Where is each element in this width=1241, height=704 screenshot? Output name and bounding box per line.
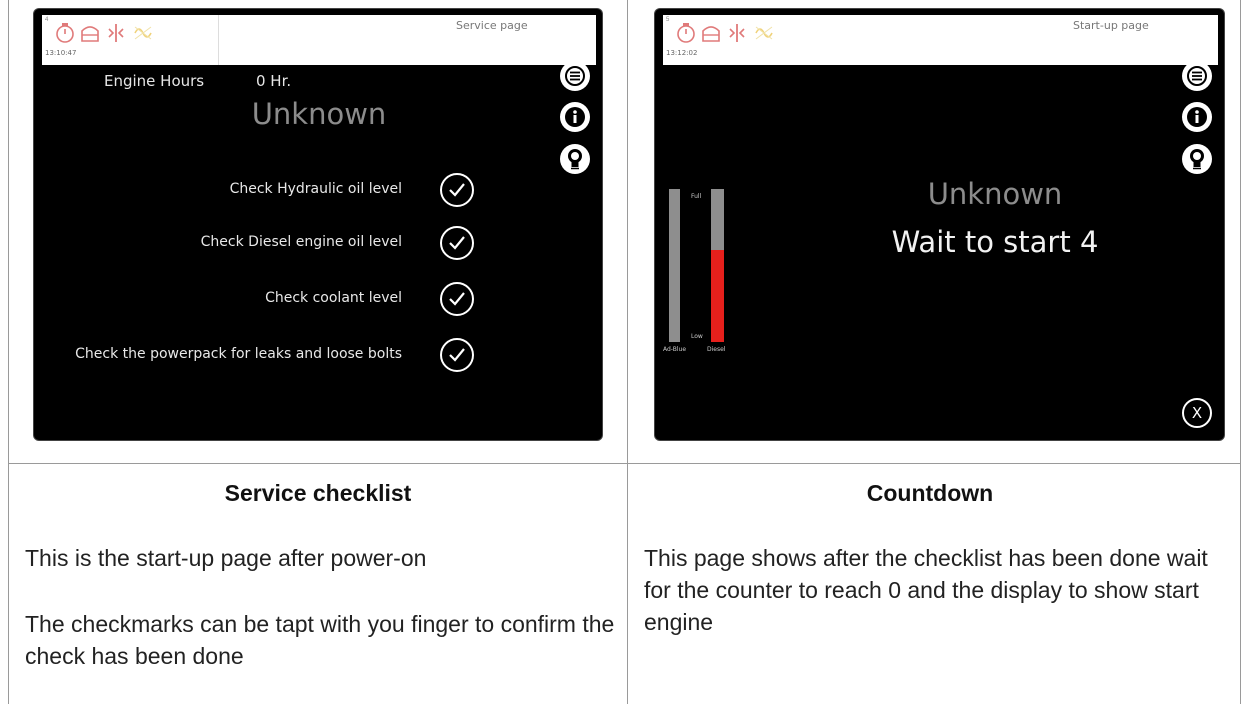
- engine-oil-icon: [81, 26, 99, 42]
- glow-plug-icon: [134, 26, 152, 40]
- checkmark-icon: [449, 348, 465, 362]
- check-button[interactable]: [440, 173, 474, 207]
- status-icons: [675, 21, 776, 45]
- status-bar: 5 13:12:02 Start-up page: [663, 15, 1218, 65]
- checkmark-icon: [449, 292, 465, 306]
- close-icon: X: [1191, 404, 1203, 422]
- close-button[interactable]: X: [1182, 398, 1212, 428]
- checklist-item: Check Diesel engine oil level: [34, 226, 494, 262]
- status-page-number: 4: [45, 17, 49, 23]
- engine-hours-value: 0 Hr.: [256, 72, 292, 90]
- coolant-icon: [729, 24, 745, 42]
- checklist-item: Check Hydraulic oil level: [34, 173, 494, 209]
- info-icon: [1187, 107, 1207, 127]
- light-button[interactable]: [560, 144, 590, 174]
- engine-hours-label: Engine Hours: [104, 72, 205, 90]
- menu-icon: [565, 66, 585, 86]
- status-icons: [54, 21, 155, 45]
- checklist-item-label: Check Hydraulic oil level: [229, 181, 402, 197]
- lightbulb-icon: [568, 149, 582, 170]
- light-button[interactable]: [1182, 144, 1212, 174]
- table-border-left: [8, 0, 9, 704]
- checkmark-icon: [449, 236, 465, 250]
- diesel-gauge: [711, 189, 724, 342]
- table-divider-horizontal: [8, 463, 1241, 464]
- status-page-number: 5: [666, 17, 670, 23]
- table-divider-vertical: [627, 0, 628, 704]
- status-bar: 4 13:10:47 Service page: [42, 15, 596, 65]
- status-separator: [218, 15, 219, 65]
- checklist-item: Check coolant level: [34, 282, 494, 318]
- checkmark-icon: [449, 183, 465, 197]
- gauge-low-label: Low: [691, 333, 703, 340]
- checklist-item-label: Check the powerpack for leaks and loose …: [75, 346, 402, 362]
- gauge-full-label: Full: [691, 193, 702, 200]
- countdown-text: Wait to start 4: [891, 225, 1099, 259]
- page-title: Service page: [456, 19, 528, 32]
- caption-title-countdown: Countdown: [866, 480, 994, 506]
- caption-paragraph: This page shows after the checklist has …: [644, 545, 1208, 635]
- adblue-gauge-label: Ad-Blue: [663, 346, 687, 353]
- diesel-gauge-fill: [711, 250, 724, 342]
- diesel-gauge-label: Diesel: [707, 346, 726, 353]
- engine-timer-icon: [56, 23, 74, 43]
- adblue-gauge: [669, 189, 680, 342]
- check-button[interactable]: [440, 338, 474, 372]
- engine-state: Unknown: [927, 177, 1063, 211]
- service-page-screen: 4 13:10:47 Service page Engine Hours 0 H…: [34, 9, 602, 440]
- glow-plug-icon: [755, 26, 773, 40]
- checklist-item: Check the powerpack for leaks and loose …: [34, 338, 494, 374]
- menu-button[interactable]: [1182, 61, 1212, 91]
- caption-paragraph: This is the start-up page after power-on: [25, 545, 427, 571]
- status-time: 13:10:47: [45, 49, 77, 57]
- menu-icon: [1187, 66, 1207, 86]
- checklist-item-label: Check coolant level: [265, 290, 402, 306]
- coolant-icon: [108, 24, 124, 42]
- caption-paragraph: The checkmarks can be tapt with you fing…: [25, 611, 615, 669]
- status-time: 13:12:02: [666, 49, 698, 57]
- engine-timer-icon: [677, 23, 695, 43]
- check-button[interactable]: [440, 282, 474, 316]
- check-button[interactable]: [440, 226, 474, 260]
- checklist-item-label: Check Diesel engine oil level: [200, 234, 402, 250]
- engine-state: Unknown: [251, 97, 387, 131]
- menu-button[interactable]: [560, 61, 590, 91]
- lightbulb-icon: [1190, 149, 1204, 170]
- caption-title-service: Service checklist: [224, 480, 412, 506]
- info-button[interactable]: [1182, 102, 1212, 132]
- page-title: Start-up page: [1073, 19, 1149, 32]
- startup-page-screen: 5 13:12:02 Start-up page Full Low Ad-Blu…: [655, 9, 1224, 440]
- engine-oil-icon: [702, 26, 720, 42]
